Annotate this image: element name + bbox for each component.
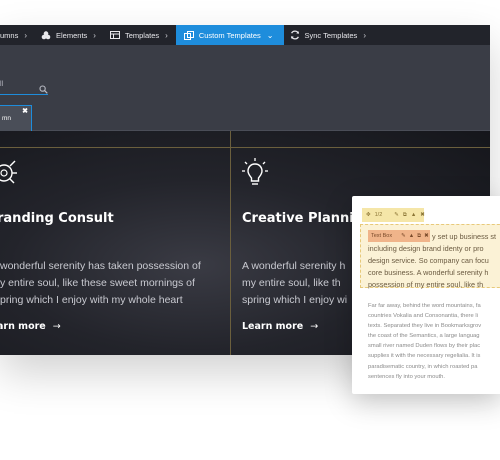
textbox-toolbar[interactable]: Text Box ✎ ▲ ⧉ ✖ (368, 230, 430, 242)
lightbulb-icon (242, 157, 268, 192)
card-title: randing Consult (0, 211, 114, 226)
arrow-right-icon: → (310, 321, 319, 332)
card-text-line: spring which I enjoy wi (242, 294, 348, 306)
close-icon[interactable]: ✖ (424, 233, 429, 239)
breadcrumb-bar: umns › Elements › Templates › Custom Tem… (0, 25, 490, 45)
elements-icon (41, 30, 51, 40)
crumb-elements[interactable]: Elements › (35, 25, 104, 45)
highlight-text-line: including design brand identy or pro (368, 244, 484, 253)
template-search-input[interactable]: ll (0, 79, 48, 95)
edit-icon[interactable]: ✎ (394, 212, 399, 218)
edit-icon[interactable]: ✎ (401, 233, 406, 239)
column-toolbar[interactable]: ✥ 1/2 ✎ ⧉ ▲ ✖ (362, 208, 425, 222)
card-text-line: y entire soul, like these sweet mornings… (0, 277, 195, 289)
crumb-custom-templates[interactable]: Custom Templates ⌄ (175, 25, 284, 45)
close-icon[interactable]: ✖ (22, 107, 28, 115)
crumb-sync-templates[interactable]: Sync Templates › (284, 25, 374, 45)
search-icon[interactable] (39, 81, 48, 94)
chevron-right-icon: › (93, 30, 96, 40)
card-text-line: wonderful serenity has taken possession … (0, 260, 201, 272)
highlight-text-line: core business. A wonderful serenity h (368, 268, 489, 277)
toolbar-label: Text Box (371, 233, 393, 239)
highlight-text-line: y set up business st (432, 232, 497, 241)
card-text-line: A wonderful serenity h (242, 260, 346, 272)
body-paragraph: Far far away, behind the word mountains,… (368, 303, 482, 380)
link-label: arn more (0, 321, 46, 332)
card-text-line: pring which I enjoy with my whole heart (0, 294, 183, 306)
crumb-label: Sync Templates (304, 30, 358, 40)
crumb-templates[interactable]: Templates › (104, 25, 176, 45)
crumb-label: Custom Templates (198, 30, 261, 40)
crumb-columns[interactable]: umns › (0, 25, 35, 45)
warning-icon[interactable]: ▲ (409, 233, 414, 239)
chevron-right-icon: › (24, 30, 28, 40)
highlight-text-line: design service. So company can focu (368, 256, 489, 265)
screenshot-stage: umns › Elements › Templates › Custom Tem… (0, 0, 500, 460)
inline-editor-popup: ✥ 1/2 ✎ ⧉ ▲ ✖ Text Box ✎ ▲ ⧉ ✖ y set up … (352, 196, 500, 394)
sync-icon (290, 30, 300, 40)
close-icon[interactable]: ✖ (420, 212, 425, 218)
templates-icon (109, 30, 120, 40)
crumb-label: Elements (56, 30, 88, 40)
toolbar-label: 1/2 (374, 212, 383, 218)
template-chip[interactable]: mn ✖ (0, 105, 32, 132)
divider-line (0, 147, 490, 148)
branding-icon (0, 157, 18, 190)
move-icon[interactable]: ✥ (366, 212, 371, 218)
crumb-label: umns (0, 30, 19, 40)
card-text-line: my entire soul, like th (242, 277, 341, 289)
divider-line (230, 131, 231, 147)
divider-line (230, 147, 231, 355)
search-placeholder: ll (0, 81, 4, 88)
custom-templates-icon (183, 30, 194, 40)
chip-label: mn (2, 115, 12, 122)
highlight-text-line: possession of my entire soul, like th (368, 280, 484, 289)
chevron-right-icon: › (363, 30, 366, 40)
learn-more-link[interactable]: Learn more → (242, 321, 318, 332)
learn-more-link[interactable]: arn more → (0, 321, 61, 332)
copy-icon[interactable]: ⧉ (403, 212, 407, 219)
link-label: Learn more (242, 321, 304, 332)
warning-icon[interactable]: ▲ (411, 212, 416, 218)
arrow-right-icon: → (52, 321, 61, 332)
copy-icon[interactable]: ⧉ (417, 233, 421, 240)
crumb-label: Templates (124, 30, 160, 40)
templates-panel: ll mn ✖ (0, 45, 490, 132)
chevron-down-icon: ⌄ (266, 30, 274, 40)
chevron-right-icon: › (165, 30, 168, 40)
